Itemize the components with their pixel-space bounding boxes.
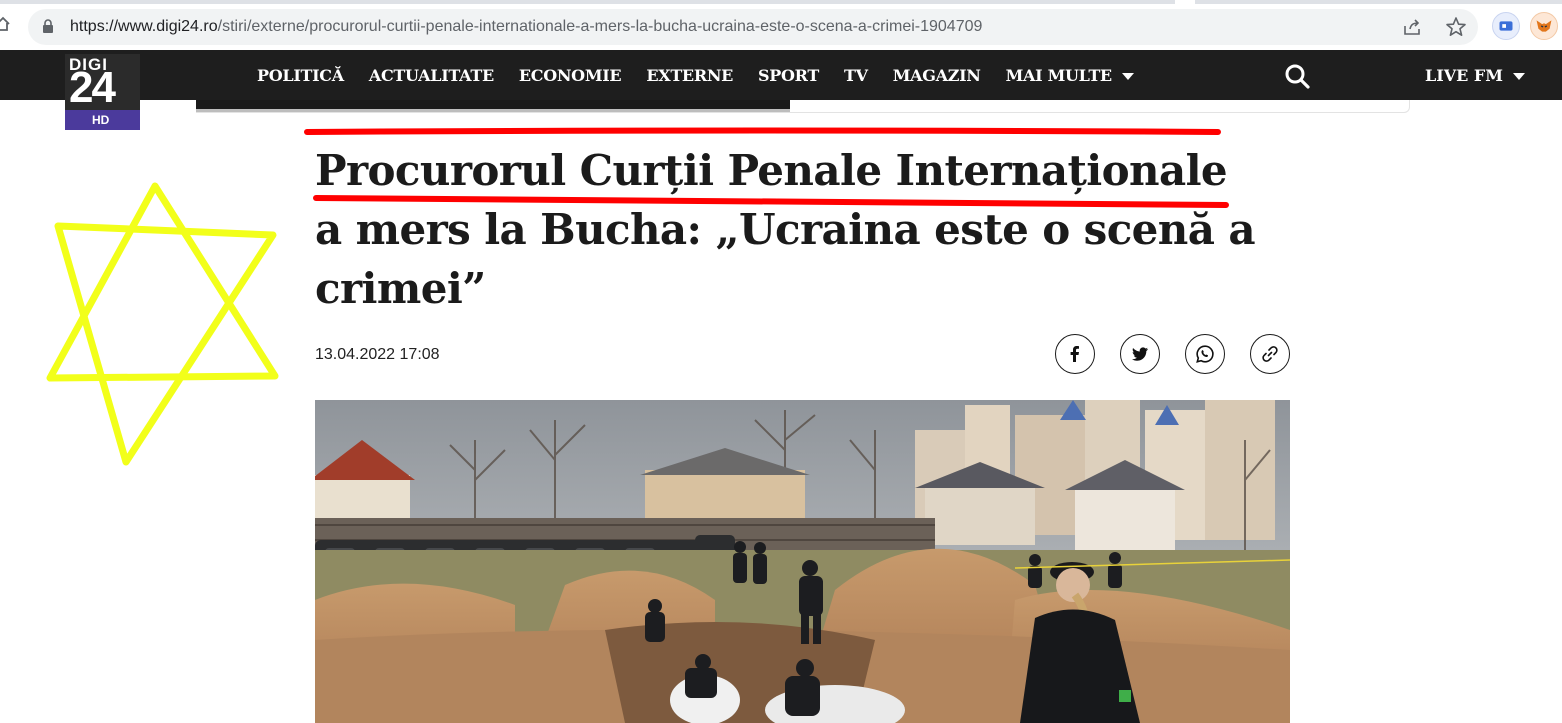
lock-icon[interactable]	[42, 19, 54, 33]
share-icon[interactable]	[1403, 18, 1423, 36]
digi24-logo[interactable]: DIGI 24 HD	[65, 54, 140, 130]
home-icon[interactable]	[0, 15, 12, 33]
live-fm-label: LIVE FM	[1425, 66, 1503, 85]
chevron-down-icon	[1512, 73, 1525, 80]
article-hero-photo	[315, 400, 1290, 723]
metamask-icon[interactable]	[1530, 12, 1558, 40]
reading-progress-fill	[196, 100, 791, 112]
nav-item-mai-multe-label: MAI MULTE	[1005, 66, 1113, 85]
url-path: /stiri/externe/procurorul-curtii-penale-…	[217, 18, 983, 35]
url-text[interactable]: https://www.digi24.ro/stiri/externe/proc…	[70, 18, 982, 36]
star-icon[interactable]	[1445, 16, 1467, 38]
nav-item-externe[interactable]: EXTERNE	[646, 66, 733, 85]
share-buttons	[1055, 334, 1290, 374]
facebook-share-button[interactable]	[1055, 334, 1095, 374]
link-icon	[1262, 346, 1278, 362]
article-date: 13.04.2022 17:08	[315, 346, 440, 363]
star-of-david-annotation	[46, 182, 279, 466]
search-icon[interactable]	[1284, 63, 1310, 89]
url-domain: https://www.digi24.ro	[70, 18, 218, 35]
nav-item-actualitate[interactable]: ACTUALITATE	[369, 66, 494, 85]
logo-hd-badge: HD	[65, 110, 140, 130]
nav-item-magazin[interactable]: MAGAZIN	[893, 66, 981, 85]
main-menu: POLITICĂ ACTUALITATE ECONOMIE EXTERNE SP…	[257, 66, 1134, 85]
nav-item-politica[interactable]: POLITICĂ	[257, 66, 344, 85]
site-navigation: POLITICĂ ACTUALITATE ECONOMIE EXTERNE SP…	[0, 50, 1562, 100]
whatsapp-icon	[1196, 345, 1214, 363]
live-fm-menu[interactable]: LIVE FM	[1425, 66, 1525, 85]
browser-toolbar: https://www.digi24.ro/stiri/externe/proc…	[0, 0, 1562, 50]
twitter-share-button[interactable]	[1120, 334, 1160, 374]
address-bar[interactable]: https://www.digi24.ro/stiri/externe/proc…	[28, 9, 1478, 45]
tab-strip	[0, 0, 1562, 4]
nav-item-sport[interactable]: SPORT	[758, 66, 819, 85]
twitter-icon	[1132, 347, 1148, 361]
logo-24-text: 24	[69, 63, 116, 112]
copy-link-button[interactable]	[1250, 334, 1290, 374]
nav-item-mai-multe[interactable]: MAI MULTE	[1006, 66, 1134, 85]
nav-item-tv[interactable]: TV	[844, 66, 868, 85]
article-title: Procurorul Curții Penale Internaționale …	[315, 146, 1256, 313]
nav-item-economie[interactable]: ECONOMIE	[519, 66, 622, 85]
extension-icon[interactable]	[1492, 12, 1520, 40]
red-underline-annotation	[304, 127, 1221, 135]
chevron-down-icon	[1121, 73, 1134, 80]
reading-progress-bar	[196, 100, 1410, 113]
whatsapp-share-button[interactable]	[1185, 334, 1225, 374]
facebook-icon	[1070, 346, 1079, 362]
